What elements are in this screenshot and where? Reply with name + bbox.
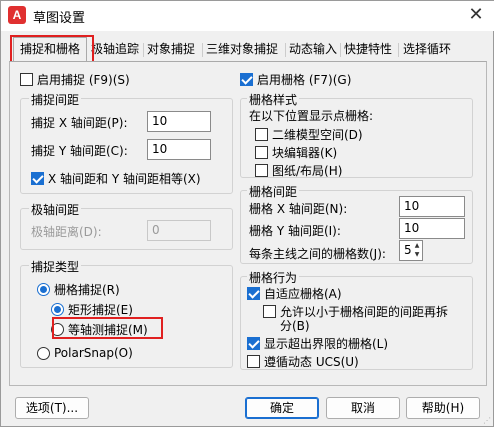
snap-y-label: 捕捉 Y 轴间距(C): <box>31 144 128 158</box>
follow-ucs-checkbox[interactable]: 遵循动态 UCS(U) <box>247 353 359 370</box>
grid-y-label: 栅格 Y 轴间距(I): <box>249 224 341 238</box>
checkbox-box <box>255 164 268 177</box>
polar-spacing-title: 极轴间距 <box>29 201 82 218</box>
tab-separator <box>143 43 144 57</box>
checkbox-box <box>247 337 260 350</box>
grid-snap-label: 栅格捕捉(R) <box>54 283 120 297</box>
grid-spacing-group: 栅格间距 栅格 X 轴间距(N): 10 栅格 Y 轴间距(I): 10 每条主… <box>240 183 473 264</box>
checkbox-box <box>263 305 276 318</box>
block-editor-checkbox[interactable]: 块编辑器(K) <box>255 144 337 161</box>
grid-spacing-title: 栅格间距 <box>247 183 300 200</box>
grid-on-label: 启用栅格 (F7)(G) <box>257 73 352 87</box>
checkbox-box <box>247 287 260 300</box>
radio-dot <box>37 283 50 296</box>
grid-x-input[interactable]: 10 <box>399 196 465 217</box>
tab-separator <box>398 43 399 57</box>
tab-separator <box>285 43 286 57</box>
checkbox-box <box>240 73 253 86</box>
rect-snap-label: 矩形捕捉(E) <box>68 303 133 317</box>
grid-on-checkbox[interactable]: 启用栅格 (F7)(G) <box>240 71 351 88</box>
rect-snap-radio[interactable]: 矩形捕捉(E) <box>51 301 133 318</box>
subdivide-label-cont: 分(B) <box>280 319 310 333</box>
cancel-button[interactable]: 取消 <box>326 397 400 419</box>
snap-spacing-group: 捕捉间距 捕捉 X 轴间距(P): 10 捕捉 Y 轴间距(C): 10 X 轴… <box>20 91 233 194</box>
grid-snap-radio[interactable]: 栅格捕捉(R) <box>37 281 120 298</box>
ok-button[interactable]: 确定 <box>245 397 319 419</box>
model-space-label: 二维模型空间(D) <box>272 128 363 142</box>
snap-spacing-title: 捕捉间距 <box>29 91 82 108</box>
snap-on-checkbox[interactable]: 启用捕捉 (F9)(S) <box>20 71 130 88</box>
beyond-limits-label: 显示超出界限的栅格(L) <box>264 337 389 351</box>
tab-dynamic-input[interactable]: 动态输入 <box>289 39 337 61</box>
window-title: 草图设置 <box>33 11 86 26</box>
help-button[interactable]: 帮助(H) <box>406 397 480 419</box>
tab-polar-tracking[interactable]: 极轴追踪 <box>91 39 139 61</box>
drafting-settings-dialog: A 草图设置 ✕ 捕捉和栅格 极轴追踪 对象捕捉 三维对象捕捉 动态输入 快捷特… <box>0 0 494 427</box>
grid-style-group: 栅格样式 在以下位置显示点栅格: 二维模型空间(D) 块编辑器(K) 图纸/布局… <box>240 91 473 179</box>
follow-ucs-label: 遵循动态 UCS(U) <box>264 355 359 369</box>
snap-type-title: 捕捉类型 <box>29 258 82 275</box>
sheet-layout-label: 图纸/布局(H) <box>272 164 343 178</box>
tab-3d-object-snap[interactable]: 三维对象捕捉 <box>206 39 278 61</box>
tab-highlight-frame <box>10 35 94 64</box>
snap-y-input[interactable]: 10 <box>147 139 211 160</box>
iso-snap-highlight-frame <box>52 317 163 339</box>
adaptive-grid-checkbox[interactable]: 自适应栅格(A) <box>247 285 342 302</box>
polar-distance-label: 极轴距离(D): <box>31 225 102 239</box>
grid-x-label: 栅格 X 轴间距(N): <box>249 202 348 216</box>
radio-dot <box>51 303 64 316</box>
checkbox-box <box>31 172 44 185</box>
snap-x-label: 捕捉 X 轴间距(P): <box>31 116 128 130</box>
tab-separator <box>340 43 341 57</box>
polar-distance-input[interactable]: 0 <box>147 220 211 241</box>
block-editor-label: 块编辑器(K) <box>272 146 338 160</box>
equal-spacing-label: X 轴间距和 Y 轴间距相等(X) <box>48 172 201 186</box>
grid-y-input[interactable]: 10 <box>399 218 465 239</box>
resize-grip-icon[interactable]: ⋰ <box>483 416 493 426</box>
grid-style-title: 栅格样式 <box>247 91 300 108</box>
grid-behavior-group: 栅格行为 自适应栅格(A) 允许以小于栅格间距的间距再拆 分(B) 显示超出界限… <box>240 269 473 370</box>
model-space-checkbox[interactable]: 二维模型空间(D) <box>255 126 363 143</box>
adaptive-grid-label: 自适应栅格(A) <box>264 287 342 301</box>
grid-style-desc: 在以下位置显示点栅格: <box>249 109 374 123</box>
major-line-label: 每条主线之间的栅格数(J): <box>249 247 386 261</box>
checkbox-box <box>247 355 260 368</box>
radio-dot <box>37 346 50 360</box>
checkbox-box <box>20 73 33 86</box>
tab-separator <box>202 43 203 57</box>
equal-spacing-checkbox[interactable]: X 轴间距和 Y 轴间距相等(X) <box>31 170 201 187</box>
polar-spacing-group: 极轴间距 极轴距离(D): 0 <box>20 201 233 250</box>
grid-behavior-title: 栅格行为 <box>247 269 300 286</box>
tab-quick-properties[interactable]: 快捷特性 <box>344 39 392 61</box>
major-line-spinner[interactable]: 5 ▲ ▼ <box>399 240 423 261</box>
title-bar: A 草图设置 ✕ <box>1 1 494 31</box>
close-button[interactable]: ✕ <box>457 1 494 31</box>
tab-selection-cycling[interactable]: 选择循环 <box>403 39 451 61</box>
autocad-logo-icon: A <box>8 6 26 24</box>
beyond-limits-checkbox[interactable]: 显示超出界限的栅格(L) <box>247 335 388 352</box>
options-button[interactable]: 选项(T)... <box>15 397 89 419</box>
checkbox-box <box>255 146 268 159</box>
major-line-value: 5 <box>404 243 412 257</box>
snap-x-input[interactable]: 10 <box>147 111 211 132</box>
tab-object-snap[interactable]: 对象捕捉 <box>147 39 195 61</box>
sheet-layout-checkbox[interactable]: 图纸/布局(H) <box>255 162 342 179</box>
checkbox-box <box>255 128 268 141</box>
polar-snap-label: PolarSnap(O) <box>54 346 133 360</box>
polar-snap-radio[interactable]: PolarSnap(O) <box>37 346 133 360</box>
snap-on-label: 启用捕捉 (F9)(S) <box>37 73 130 87</box>
spinner-arrows-icon[interactable]: ▲ ▼ <box>412 241 422 260</box>
